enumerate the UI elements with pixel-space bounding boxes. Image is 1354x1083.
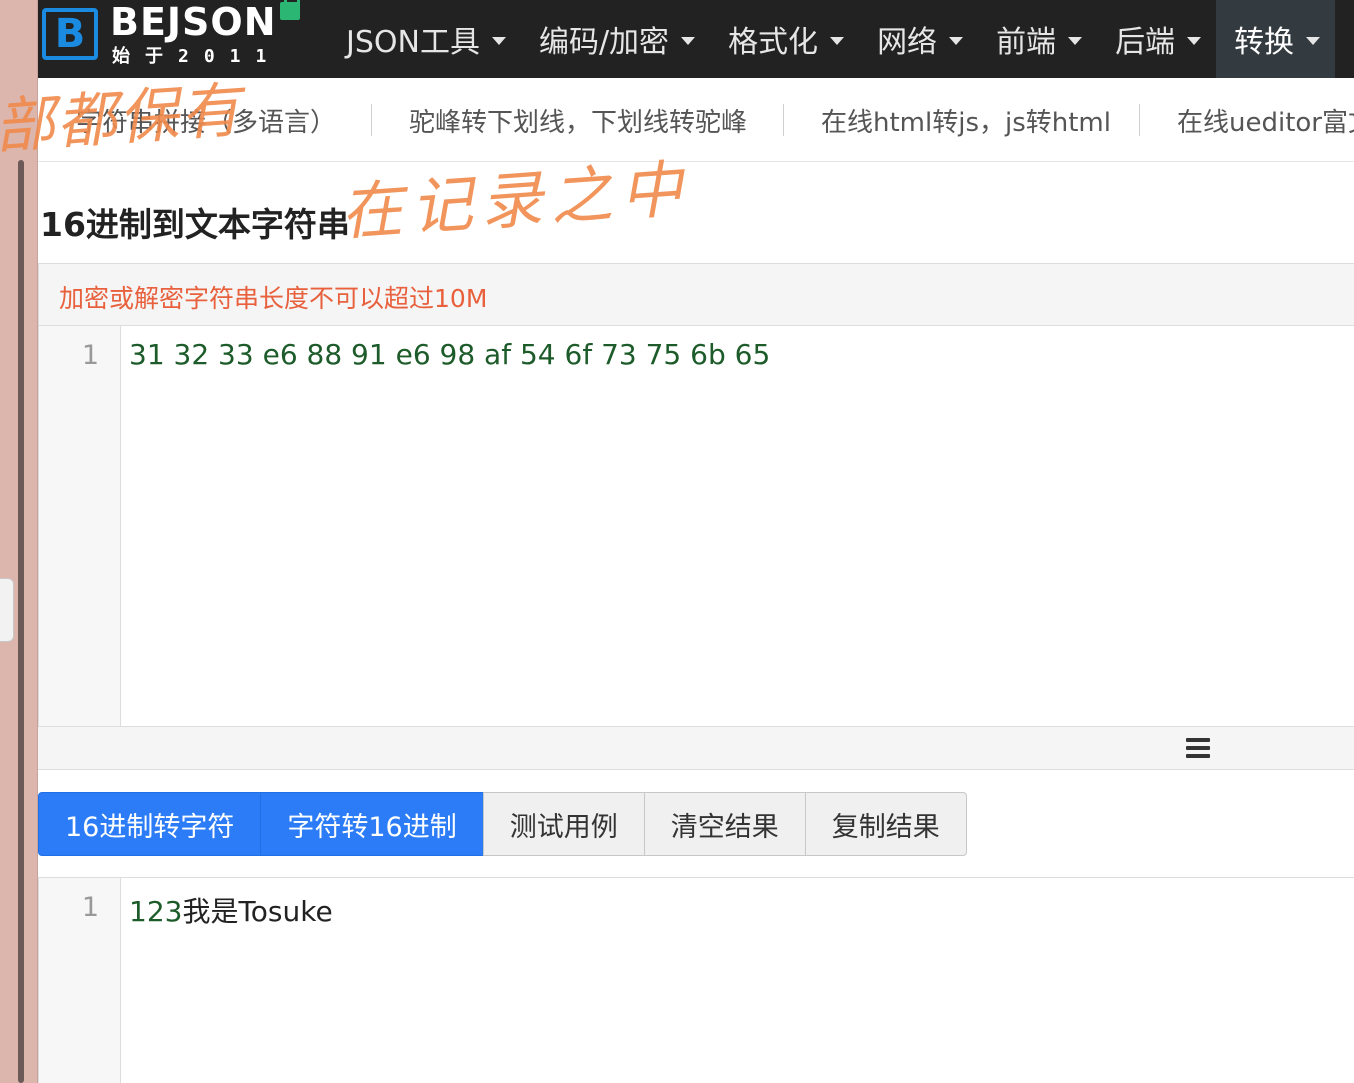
- subnav-divider: [1139, 104, 1140, 136]
- nav-label: 转换: [1234, 25, 1295, 60]
- subnav-divider: [783, 104, 784, 136]
- subnav-divider: [371, 104, 372, 136]
- subnav-ueditor[interactable]: 在线ueditor富文: [1177, 102, 1354, 139]
- result-content[interactable]: 123我是Tosuke: [129, 890, 333, 930]
- caret-down-icon: [1187, 37, 1202, 45]
- logo-name: BEJSON: [110, 0, 277, 44]
- nav-network[interactable]: 网络: [859, 0, 978, 78]
- caret-down-icon: [681, 37, 696, 45]
- caret-down-icon: [1068, 37, 1083, 45]
- nav-backend[interactable]: 后端: [1097, 0, 1216, 78]
- nav-convert[interactable]: 转换: [1216, 0, 1336, 78]
- action-buttons: 16进制转字符 字符转16进制 测试用例 清空结果 复制结果: [38, 792, 967, 856]
- nav-label: JSON工具: [346, 25, 480, 60]
- nav-frontend[interactable]: 前端: [978, 0, 1097, 78]
- result-text: 我是Tosuke: [182, 895, 333, 928]
- nav-label: 前端: [996, 25, 1057, 60]
- line-gutter: [39, 326, 121, 726]
- copy-result-button[interactable]: 复制结果: [804, 792, 967, 856]
- hamburger-menu-icon[interactable]: [1186, 738, 1210, 758]
- side-scroll-track[interactable]: [18, 160, 24, 1083]
- main-menu: JSON工具 编码/加密 格式化 网络 前端 后端 转换: [328, 0, 1336, 78]
- lock-icon: [280, 0, 300, 20]
- side-drawer-tab[interactable]: [0, 578, 14, 642]
- logo-tagline: 始于2011: [112, 46, 282, 67]
- hex-input-content[interactable]: 31 32 33 e6 88 91 e6 98 af 54 6f 73 75 6…: [129, 338, 770, 371]
- editor-resize-bar: [38, 727, 1354, 770]
- nav-json-tools[interactable]: JSON工具: [328, 0, 521, 78]
- result-output-editor[interactable]: 1 123我是Tosuke: [38, 877, 1354, 1083]
- caret-down-icon: [830, 37, 845, 45]
- sub-navigation: 字符串拼接（多语言） 驼峰转下划线，下划线转驼峰 在线html转js，js转ht…: [38, 78, 1354, 162]
- nav-format[interactable]: 格式化: [710, 0, 859, 78]
- nav-label: 后端: [1115, 25, 1176, 60]
- caret-down-icon: [491, 37, 506, 45]
- page-title: 16进制到文本字符串: [40, 205, 350, 244]
- subnav-camel-underscore[interactable]: 驼峰转下划线，下划线转驼峰: [409, 102, 747, 139]
- nav-encoding[interactable]: 编码/加密: [521, 0, 710, 78]
- top-navbar: B BEJSON 始于2011 JSON工具 编码/加密 格式化 网络 前端 后…: [38, 0, 1354, 78]
- nav-label: 格式化: [728, 25, 819, 60]
- hex-input-editor[interactable]: 1 31 32 33 e6 88 91 e6 98 af 54 6f 73 75…: [38, 326, 1354, 727]
- hex-to-string-button[interactable]: 16进制转字符: [38, 792, 262, 856]
- subnav-html-js[interactable]: 在线html转js，js转html: [821, 102, 1111, 139]
- string-to-hex-button[interactable]: 字符转16进制: [260, 792, 484, 856]
- length-warning: 加密或解密字符串长度不可以超过10M: [59, 284, 488, 313]
- nav-label: 编码/加密: [538, 25, 670, 60]
- test-case-button[interactable]: 测试用例: [482, 792, 645, 856]
- line-number: 1: [81, 340, 99, 371]
- logo-mark-icon: B: [42, 8, 98, 60]
- caret-down-icon: [949, 37, 964, 45]
- subnav-string-concat[interactable]: 字符串拼接（多语言）: [76, 102, 336, 139]
- line-number: 1: [81, 892, 99, 923]
- input-warning-bar: 加密或解密字符串长度不可以超过10M: [38, 263, 1354, 326]
- left-side-strip: [0, 0, 38, 1083]
- caret-down-icon: [1306, 37, 1321, 45]
- result-digits: 123: [129, 895, 183, 928]
- site-logo[interactable]: B BEJSON 始于2011: [38, 0, 318, 78]
- nav-label: 网络: [877, 25, 938, 60]
- clear-result-button[interactable]: 清空结果: [643, 792, 806, 856]
